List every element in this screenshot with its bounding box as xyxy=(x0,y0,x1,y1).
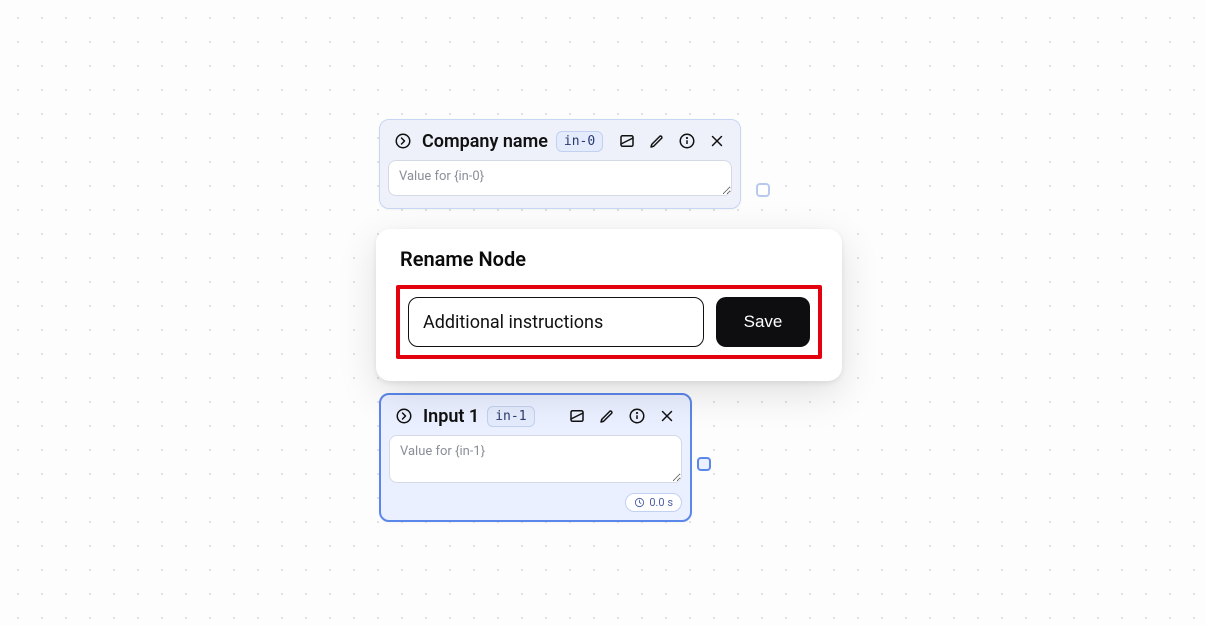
info-icon[interactable] xyxy=(676,130,698,152)
info-icon[interactable] xyxy=(626,405,648,427)
node-tag-badge: in-0 xyxy=(556,131,603,152)
node-header-left: Input 1 in-1 xyxy=(393,405,558,427)
node-header-icons xyxy=(566,405,678,427)
node-header-icons xyxy=(616,130,728,152)
node-header: Input 1 in-1 xyxy=(389,403,682,435)
node-header-left: Company name in-0 xyxy=(392,130,608,152)
node-footer: 0.0 s xyxy=(389,487,682,512)
node-output-handle[interactable] xyxy=(697,457,711,471)
node-company-name[interactable]: Company name in-0 xyxy=(379,119,741,209)
arrow-circle-icon xyxy=(393,405,415,427)
dialog-title: Rename Node xyxy=(396,247,822,271)
execution-time-badge: 0.0 s xyxy=(625,493,682,512)
node-value-input[interactable] xyxy=(389,435,682,483)
node-title: Company name xyxy=(422,131,548,152)
rename-node-dialog: Rename Node Save xyxy=(376,229,842,381)
node-title: Input 1 xyxy=(423,406,479,427)
format-icon[interactable] xyxy=(616,130,638,152)
node-tag-badge: in-1 xyxy=(487,406,534,427)
rename-input[interactable] xyxy=(408,297,704,347)
execution-time-value: 0.0 s xyxy=(649,496,673,509)
node-value-input[interactable] xyxy=(388,160,732,196)
clock-icon xyxy=(634,497,645,508)
save-button[interactable]: Save xyxy=(716,297,810,347)
close-icon[interactable] xyxy=(706,130,728,152)
node-header: Company name in-0 xyxy=(388,128,732,160)
close-icon[interactable] xyxy=(656,405,678,427)
node-output-handle[interactable] xyxy=(756,183,770,197)
edit-icon[interactable] xyxy=(646,130,668,152)
highlight-annotation: Save xyxy=(396,285,822,359)
node-input-1[interactable]: Input 1 in-1 0.0 s xyxy=(379,393,692,522)
arrow-circle-icon xyxy=(392,130,414,152)
edit-icon[interactable] xyxy=(596,405,618,427)
format-icon[interactable] xyxy=(566,405,588,427)
